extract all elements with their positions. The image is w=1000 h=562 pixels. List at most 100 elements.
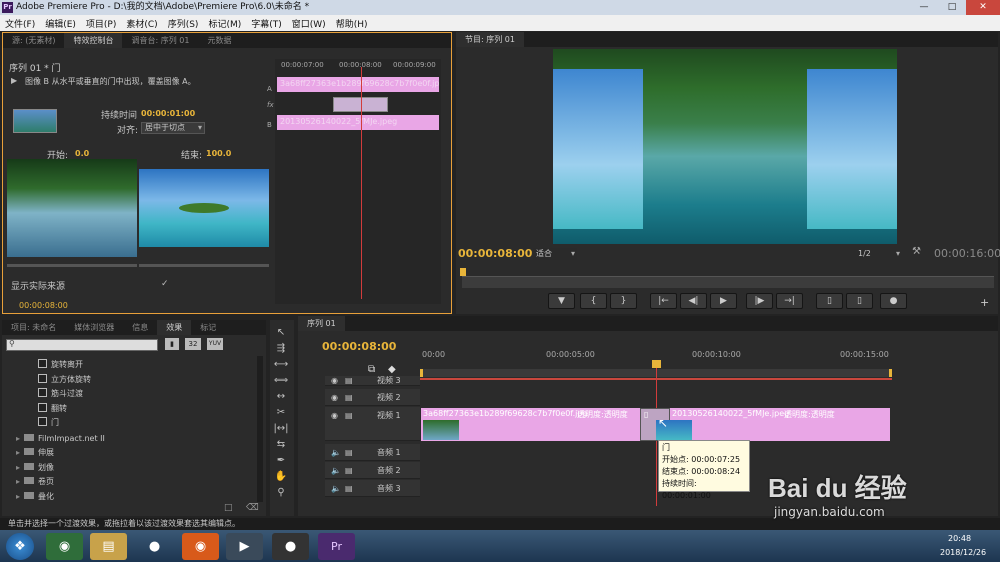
maximize-button[interactable]: □ xyxy=(938,0,966,15)
end-value[interactable]: 100.0 xyxy=(206,149,231,158)
taskbar-app-folder[interactable]: ▤ xyxy=(90,533,127,560)
effect-item[interactable]: 筋斗过渡 xyxy=(38,387,83,400)
menu-help[interactable]: 帮助(H) xyxy=(331,17,373,30)
mark-in-button[interactable]: { xyxy=(580,293,607,309)
menu-window[interactable]: 窗口(W) xyxy=(287,17,331,30)
yuv-badge[interactable]: YUV xyxy=(207,338,223,350)
track-select-tool-icon[interactable]: ⇶ xyxy=(273,342,289,356)
lift-button[interactable]: ▯ xyxy=(816,293,843,309)
marker-icon[interactable]: ◆ xyxy=(388,364,396,375)
minimize-button[interactable]: — xyxy=(910,0,938,15)
track-audio-3[interactable]: 🔈 ▤ 音频 3 xyxy=(325,480,420,497)
duration-value[interactable]: 00:00:01:00 xyxy=(141,109,195,118)
clip-b-opacity[interactable]: 透明度:透明度 xyxy=(784,409,835,420)
rate-stretch-tool-icon[interactable]: ↔ xyxy=(273,390,289,404)
align-dropdown[interactable]: 居中于切点 ▾ xyxy=(141,122,205,134)
close-button[interactable]: ✕ xyxy=(966,0,1000,15)
slip-tool-icon[interactable]: |↔| xyxy=(273,422,289,436)
tab-markers[interactable]: 标记 xyxy=(191,320,225,335)
tab-media-browser[interactable]: 媒体浏览器 xyxy=(65,320,123,335)
film-icon[interactable]: ▤ xyxy=(345,407,353,424)
32bit-badge[interactable]: 32 xyxy=(185,338,201,350)
taskbar-app-player[interactable]: ▶ xyxy=(226,533,263,560)
menu-project[interactable]: 项目(P) xyxy=(81,17,121,30)
taskbar-app-recorder[interactable]: ● xyxy=(272,533,309,560)
ripple-edit-tool-icon[interactable]: ⟷ xyxy=(273,358,289,372)
tab-program[interactable]: 节目: 序列 01 xyxy=(456,32,524,47)
tab-project[interactable]: 项目: 未命名 xyxy=(2,320,65,335)
snap-icon[interactable]: ⧉ xyxy=(368,364,375,375)
taskbar-app-firefox[interactable]: ◉ xyxy=(182,533,219,560)
step-back-button[interactable]: ◀| xyxy=(680,293,707,309)
speaker-icon[interactable]: 🔈 xyxy=(331,444,341,461)
tab-source[interactable]: 源: (无素材) xyxy=(3,33,64,48)
menu-edit[interactable]: 编辑(E) xyxy=(40,17,81,30)
start-button[interactable]: ❖ xyxy=(6,533,34,560)
film-icon[interactable]: ▤ xyxy=(345,376,353,385)
mini-playhead[interactable] xyxy=(361,67,362,299)
play-button[interactable]: ▶ xyxy=(710,293,737,309)
effect-folder[interactable]: ▸ 伸展 xyxy=(16,446,54,459)
add-button[interactable]: + xyxy=(980,296,989,309)
effects-search-input[interactable]: ⚲ xyxy=(6,339,158,351)
start-value[interactable]: 0.0 xyxy=(75,149,89,158)
accelerated-badge[interactable]: ▮ xyxy=(165,338,179,350)
ratio-dropdown[interactable]: 1/2 ▾ xyxy=(858,248,902,260)
slide-tool-icon[interactable]: ⇆ xyxy=(273,438,289,452)
film-icon[interactable]: ▤ xyxy=(345,462,353,479)
track-audio-2[interactable]: 🔈 ▤ 音频 2 xyxy=(325,462,420,479)
program-scrubber[interactable] xyxy=(462,276,994,288)
timeline-playhead-handle[interactable] xyxy=(652,360,661,368)
clip-a-opacity[interactable]: 透明度:透明度 xyxy=(577,409,628,420)
film-icon[interactable]: ▤ xyxy=(345,389,353,406)
preview-slider-b[interactable] xyxy=(139,264,269,267)
taskbar-app-qq[interactable]: ● xyxy=(136,533,173,560)
menu-clip[interactable]: 素材(C) xyxy=(121,17,162,30)
step-forward-button[interactable]: |▶ xyxy=(746,293,773,309)
taskbar-app-360[interactable]: ◉ xyxy=(46,533,83,560)
new-folder-icon[interactable]: □ xyxy=(224,503,233,513)
effect-item[interactable]: 翻转 xyxy=(38,402,67,415)
effect-item[interactable]: 旋转离开 xyxy=(38,358,83,371)
extract-button[interactable]: ▯ xyxy=(846,293,873,309)
effect-item-door[interactable]: 门 xyxy=(38,416,59,429)
wrench-icon[interactable]: ⚒ xyxy=(912,246,921,257)
selection-tool-icon[interactable]: ↖ xyxy=(273,326,289,340)
eye-icon[interactable]: ◉ xyxy=(331,389,338,406)
mark-out-button[interactable]: } xyxy=(610,293,637,309)
goto-out-button[interactable]: →| xyxy=(776,293,803,309)
mini-clip-a[interactable]: 3a68ff27363e1b289f69628c7b7f0e0f.jpg xyxy=(277,77,439,92)
eye-icon[interactable]: ◉ xyxy=(331,407,338,424)
tab-effects[interactable]: 效果 xyxy=(157,320,192,335)
play-transition-icon[interactable]: ▶ xyxy=(11,76,17,85)
program-timecode[interactable]: 00:00:08:00 xyxy=(458,247,532,260)
film-icon[interactable]: ▤ xyxy=(345,444,353,461)
speaker-icon[interactable]: 🔈 xyxy=(331,480,341,497)
film-icon[interactable]: ▤ xyxy=(345,480,353,497)
clip-a[interactable]: 3a68ff27363e1b289f69628c7b7f0e0f.jpg 透明度… xyxy=(421,408,658,441)
menu-title[interactable]: 字幕(T) xyxy=(246,17,287,30)
speaker-icon[interactable]: 🔈 xyxy=(331,462,341,479)
track-video-1[interactable]: ◉ ▤ 视频 1 xyxy=(325,407,420,441)
clip-b[interactable]: 20130526140022_5fMJe.jpeg 透明度:透明度 xyxy=(670,408,890,441)
marker-button[interactable]: ▼ xyxy=(548,293,575,309)
rolling-edit-tool-icon[interactable]: ⟺ xyxy=(273,374,289,388)
track-video-2[interactable]: ◉ ▤ 视频 2 xyxy=(325,389,420,406)
razor-tool-icon[interactable]: ✂ xyxy=(273,406,289,420)
tab-effect-controls[interactable]: 特效控制台 xyxy=(64,33,123,48)
track-video-3[interactable]: ◉ ▤ 视频 3 xyxy=(325,376,420,386)
tab-audio-mixer[interactable]: 调音台: 序列 01 xyxy=(122,33,198,48)
tab-sequence[interactable]: 序列 01 xyxy=(298,316,345,331)
eye-icon[interactable]: ◉ xyxy=(331,376,338,385)
effect-folder[interactable]: ▸ 卷页 xyxy=(16,475,54,488)
fit-dropdown[interactable]: 适合 ▾ xyxy=(533,248,577,260)
bottom-timecode[interactable]: 00:00:08:00 xyxy=(19,301,68,310)
effect-folder[interactable]: ▸ FilmImpact.net II xyxy=(16,432,105,445)
delete-icon[interactable]: ⌫ xyxy=(246,503,259,513)
export-frame-button[interactable]: ● xyxy=(880,293,907,309)
tab-info[interactable]: 信息 xyxy=(123,320,157,335)
show-actual-checkbox[interactable]: ✓ xyxy=(161,279,169,289)
pen-tool-icon[interactable]: ✒ xyxy=(273,454,289,468)
track-audio-1[interactable]: 🔈 ▤ 音频 1 xyxy=(325,444,420,461)
effect-folder[interactable]: ▸ 叠化 xyxy=(16,490,54,503)
